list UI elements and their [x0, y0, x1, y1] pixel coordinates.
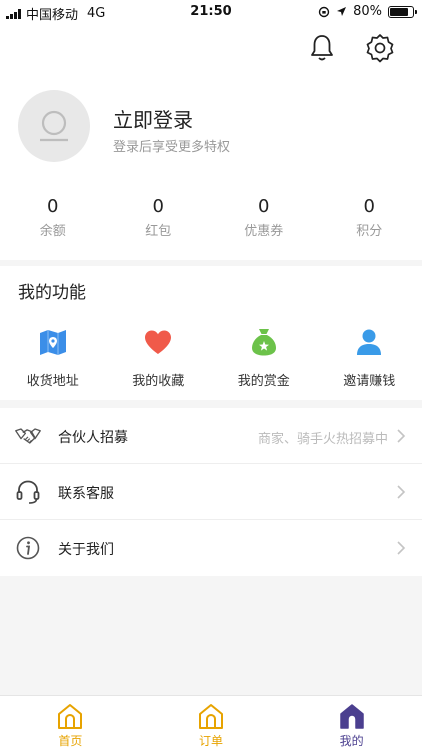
function-label: 收货地址 [26, 374, 79, 389]
menu-item-partner[interactable]: 合伙人招募 商家、骑手火热招募中 [0, 408, 422, 464]
menu-item-label: 关于我们 [58, 542, 114, 558]
functions-title: 我的功能 [18, 283, 86, 303]
login-subtitle: 登录后享受更多特权 [113, 140, 231, 155]
handshake-icon [15, 428, 41, 444]
menu-list: 合伙人招募 商家、骑手火热招募中 联系客服 关于我们 [0, 408, 422, 576]
function-label: 我的收藏 [132, 374, 185, 389]
functions-grid: 收货地址 我的收藏 我的赏金 邀请赚钱 [0, 326, 422, 389]
tab-home[interactable]: 首页 [0, 696, 141, 750]
stat-balance[interactable]: 0 余额 [0, 196, 106, 239]
function-address[interactable]: 收货地址 [0, 326, 106, 389]
stat-value: 0 [258, 196, 270, 217]
chevron-right-icon [397, 541, 406, 555]
battery-fill [390, 7, 408, 16]
chevron-right-icon [397, 485, 406, 499]
tab-label: 我的 [339, 734, 364, 748]
menu-item-label: 合伙人招募 [58, 430, 128, 446]
map-icon [39, 330, 66, 355]
account-stats: 0 余额 0 红包 0 优惠券 0 积分 [0, 196, 422, 239]
stat-label: 红包 [145, 224, 172, 239]
tab-label: 订单 [199, 734, 224, 748]
battery-percent: 80% [353, 4, 382, 19]
menu-item-about[interactable]: 关于我们 [0, 520, 422, 576]
functions-section: 我的功能 收货地址 我的收藏 我的赏金 邀请赚钱 [0, 266, 422, 400]
info-icon [16, 536, 40, 560]
stat-value: 0 [363, 196, 375, 217]
avatar[interactable] [18, 90, 90, 162]
battery-icon [388, 5, 417, 18]
default-avatar-icon [40, 110, 68, 142]
function-invite[interactable]: 邀请赚钱 [317, 326, 422, 389]
status-right: 80% [318, 4, 417, 19]
bell-icon[interactable] [306, 32, 338, 64]
home-icon [58, 704, 83, 729]
stat-value: 0 [47, 196, 59, 217]
menu-item-customer-service[interactable]: 联系客服 [0, 464, 422, 520]
rotation-lock-icon [318, 6, 330, 17]
menu-item-label: 联系客服 [58, 486, 114, 502]
tab-orders[interactable]: 订单 [141, 696, 282, 750]
home-icon [339, 704, 364, 729]
heart-icon [145, 330, 172, 354]
location-arrow-icon [337, 7, 347, 16]
tab-label: 首页 [58, 734, 83, 748]
gear-icon[interactable] [364, 32, 396, 64]
stat-label: 余额 [39, 224, 66, 239]
status-bar: 中国移动 4G 21:50 80% [0, 0, 422, 24]
stat-label: 积分 [356, 224, 383, 239]
login-title[interactable]: 立即登录 [113, 104, 193, 133]
headset-icon [16, 480, 40, 504]
money-bag-icon [251, 329, 276, 356]
function-label: 我的赏金 [237, 374, 290, 389]
home-icon [199, 704, 223, 729]
function-bounty[interactable]: 我的赏金 [211, 326, 317, 389]
function-label: 邀请赚钱 [343, 374, 396, 389]
chevron-right-icon [397, 429, 406, 443]
stat-value: 0 [152, 196, 164, 217]
profile-header: 立即登录 登录后享受更多特权 0 余额 0 红包 0 优惠券 0 积分 [0, 24, 422, 260]
stat-label: 优惠券 [244, 224, 284, 239]
stat-coupons[interactable]: 0 优惠券 [211, 196, 317, 239]
user-icon [357, 329, 382, 355]
bottom-tab-bar: 首页 订单 我的 [0, 695, 422, 750]
menu-item-hint: 商家、骑手火热招募中 [257, 432, 388, 447]
stat-red-packet[interactable]: 0 红包 [106, 196, 212, 239]
tab-mine[interactable]: 我的 [281, 696, 422, 750]
stat-points[interactable]: 0 积分 [317, 196, 422, 239]
function-favorites[interactable]: 我的收藏 [106, 326, 212, 389]
